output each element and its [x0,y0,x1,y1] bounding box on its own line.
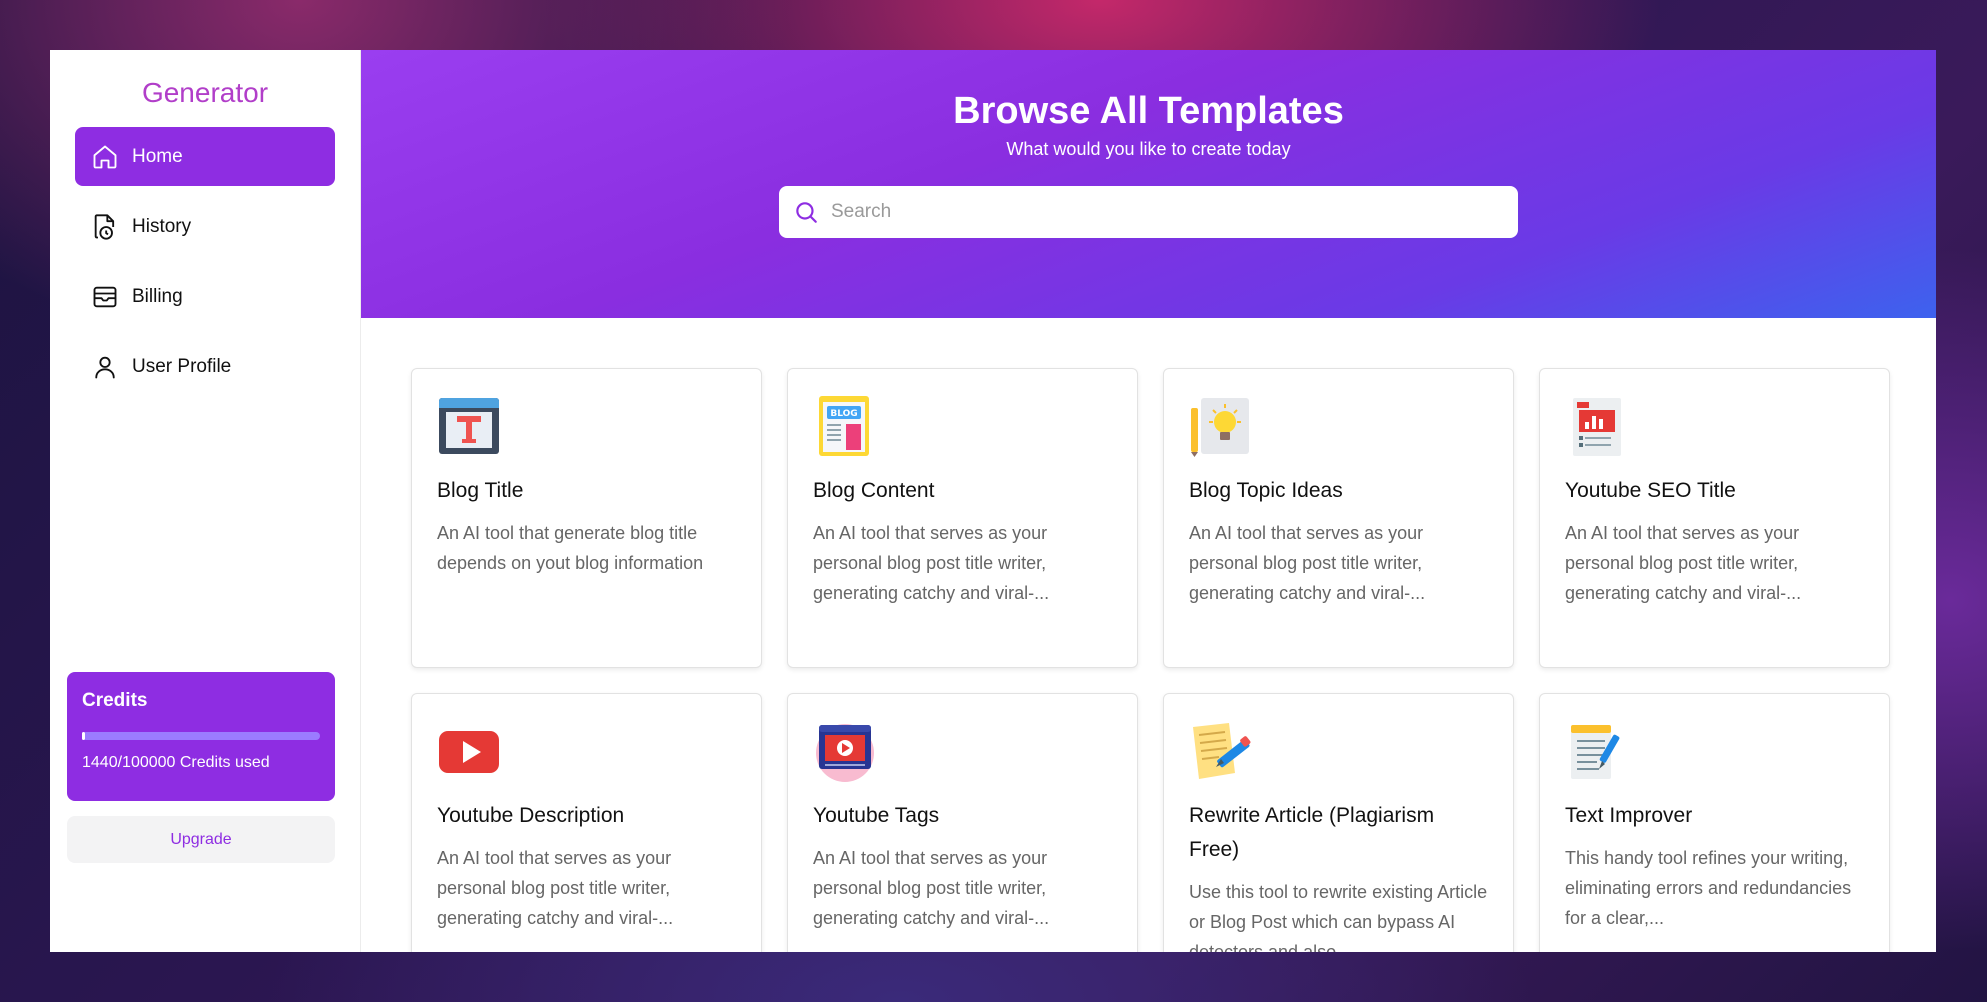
app-window: Generator Home History Billing User Prof… [50,50,1936,952]
template-card-rewrite-article[interactable]: Rewrite Article (Plagiarism Free) Use th… [1163,693,1514,952]
youtube-icon [439,731,499,773]
search-input[interactable] [831,201,1504,223]
sidebar-item-label: Home [132,145,183,167]
template-title: Youtube Description [437,804,625,827]
blog-content-icon: BLOG [819,396,869,456]
billing-icon [93,286,117,307]
user-icon [95,356,115,378]
template-title: Blog Title [437,479,524,502]
credits-panel: Credits 1440/100000 Credits used [67,672,335,801]
credits-title: Credits [82,690,148,711]
blog-title-icon [439,398,499,454]
template-description: This handy tool refines your writing, el… [1565,848,1852,928]
rewrite-icon [1193,723,1251,779]
credits-progress-bar [82,732,320,740]
credits-progress-fill [82,732,86,740]
template-description: An AI tool that generate blog title depe… [437,523,704,573]
search-icon [796,202,817,223]
sidebar-item-label: User Profile [132,355,232,377]
template-description: An AI tool that serves as your personal … [1565,523,1802,603]
svg-text:BLOG: BLOG [830,409,857,419]
template-title: Text Improver [1565,804,1693,827]
history-icon [94,213,115,240]
credits-used-text: 1440/100000 Credits used [82,754,270,771]
search-bar[interactable] [779,186,1518,238]
sidebar-item-label: Billing [132,285,183,307]
template-description: An AI tool that serves as your personal … [813,848,1050,928]
template-title: Blog Topic Ideas [1189,479,1343,502]
brand-logo[interactable]: Generator [75,71,335,115]
sidebar-item-history[interactable]: History [75,197,335,256]
notepad-icon [1571,725,1620,779]
sidebar-item-label: History [132,215,192,237]
template-card-text-improver[interactable]: Text Improver This handy tool refines yo… [1539,693,1890,952]
upgrade-button[interactable]: Upgrade [67,816,335,863]
sidebar-item-user-profile[interactable]: User Profile [75,337,335,396]
template-grid: Blog Title An AI tool that generate blog… [411,368,1891,952]
hero-banner: Browse All Templates What would you like… [361,50,1936,318]
sidebar-nav: Home History Billing User Profile [75,127,335,396]
template-title: Youtube Tags [813,804,940,827]
main-content: Browse All Templates What would you like… [361,50,1936,952]
video-player-icon [816,724,874,782]
template-title: Youtube SEO Title [1565,479,1736,502]
sidebar-item-billing[interactable]: Billing [75,267,335,326]
template-card-blog-content[interactable]: BLOG Blog Content An AI tool that serves… [787,368,1138,668]
template-card-youtube-description[interactable]: Youtube Description An AI tool that serv… [411,693,762,952]
home-icon [93,145,117,168]
template-description: Use this tool to rewrite existing Articl… [1189,882,1488,952]
template-card-youtube-seo-title[interactable]: Youtube SEO Title An AI tool that serves… [1539,368,1890,668]
template-card-youtube-tags[interactable]: Youtube Tags An AI tool that serves as y… [787,693,1138,952]
template-card-blog-title[interactable]: Blog Title An AI tool that generate blog… [411,368,762,668]
lightbulb-icon [1191,398,1249,457]
page-subtitle: What would you like to create today [1006,139,1291,159]
template-title: Blog Content [813,479,935,502]
page-title: Browse All Templates [953,90,1344,132]
seo-report-icon [1573,398,1621,456]
template-description: An AI tool that serves as your personal … [437,848,674,928]
template-card-blog-topic-ideas[interactable]: Blog Topic Ideas An AI tool that serves … [1163,368,1514,668]
template-description: An AI tool that serves as your personal … [1189,523,1426,603]
sidebar: Generator Home History Billing User Prof… [50,50,361,952]
sidebar-item-home[interactable]: Home [75,127,335,186]
template-description: An AI tool that serves as your personal … [813,523,1050,603]
template-title: Rewrite Article (Plagiarism Free) [1189,804,1435,861]
